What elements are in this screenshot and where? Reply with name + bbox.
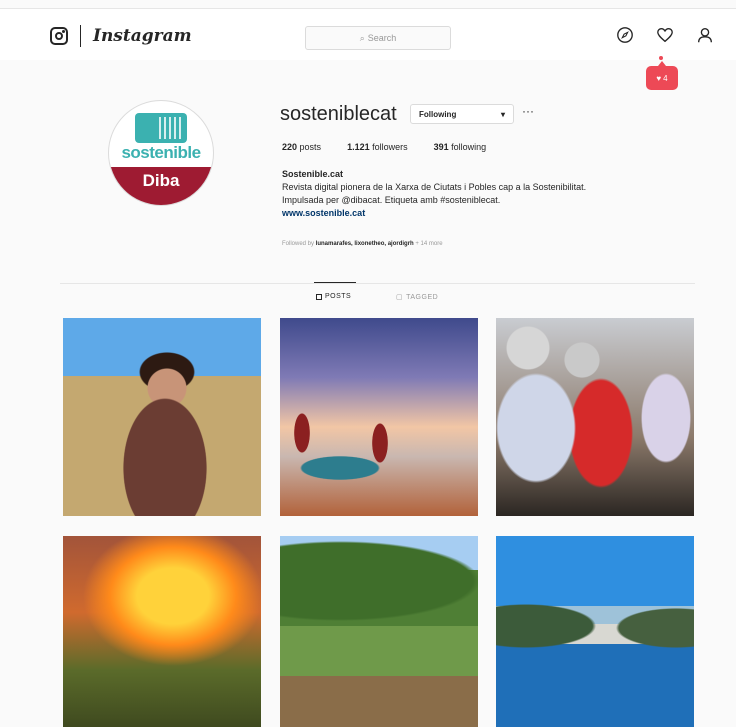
tab-posts[interactable]: POSTS: [316, 293, 351, 300]
profile-bio: Sostenible.cat Revista digital pionera d…: [282, 168, 662, 220]
logo-link[interactable]: Instagram: [50, 25, 192, 47]
posts-stat: 220 posts: [282, 142, 322, 152]
bio-line-1: Revista digital pionera de la Xarxa de C…: [282, 182, 587, 192]
website-link[interactable]: www.sostenible.cat: [282, 207, 662, 220]
wordmark: Instagram: [93, 26, 192, 46]
user-icon[interactable]: [696, 26, 714, 44]
display-name: Sostenible.cat: [282, 169, 344, 179]
avatar[interactable]: sostenible Diba: [108, 100, 214, 206]
post-tile[interactable]: [496, 318, 694, 516]
notif-heart-icon: ♥: [656, 73, 662, 83]
instagram-icon: [50, 27, 68, 45]
profile-stats: 220 posts 1.121 followers 391 following: [282, 142, 486, 152]
post-tile[interactable]: [496, 536, 694, 727]
search-icon: ⌕: [359, 32, 365, 43]
tag-icon: ▢: [396, 294, 404, 301]
notification-dot: [659, 56, 663, 60]
avatar-brand: sostenible: [121, 143, 201, 162]
following-button[interactable]: Following ▾: [410, 104, 514, 124]
compass-icon[interactable]: [616, 26, 634, 44]
more-options-icon[interactable]: ···: [522, 104, 534, 118]
top-nav: Instagram ⌕ Search: [0, 8, 736, 60]
post-tile[interactable]: [63, 536, 261, 727]
followed-by[interactable]: Followed by lunamarafes, lixonetheo, ajo…: [282, 241, 443, 247]
grid-icon: [316, 293, 322, 300]
heart-icon[interactable]: [656, 26, 674, 44]
notif-count: 4: [663, 73, 668, 83]
activity-notification[interactable]: ♥ 4: [646, 61, 678, 90]
search-input[interactable]: ⌕ Search: [305, 26, 451, 50]
post-tile[interactable]: [280, 318, 478, 516]
search-placeholder: Search: [367, 33, 397, 43]
following-stat[interactable]: 391 following: [434, 142, 487, 152]
avatar-sub: Diba: [109, 167, 213, 205]
active-tab-indicator: [314, 282, 356, 283]
followers-stat[interactable]: 1.121 followers: [347, 142, 408, 152]
bio-line-2: Impulsada per @dibacat. Etiqueta amb #so…: [282, 195, 501, 205]
tab-tagged[interactable]: ▢ TAGGED: [396, 293, 438, 302]
tabs-divider: [60, 283, 695, 284]
avatar-logo-mark: [135, 113, 187, 143]
following-label: Following: [419, 109, 457, 119]
post-tile[interactable]: [280, 536, 478, 727]
profile-username: sosteniblecat: [280, 103, 397, 125]
post-tile[interactable]: [63, 318, 261, 516]
chevron-down-icon: ▾: [500, 109, 505, 119]
logo-divider: [80, 25, 81, 47]
